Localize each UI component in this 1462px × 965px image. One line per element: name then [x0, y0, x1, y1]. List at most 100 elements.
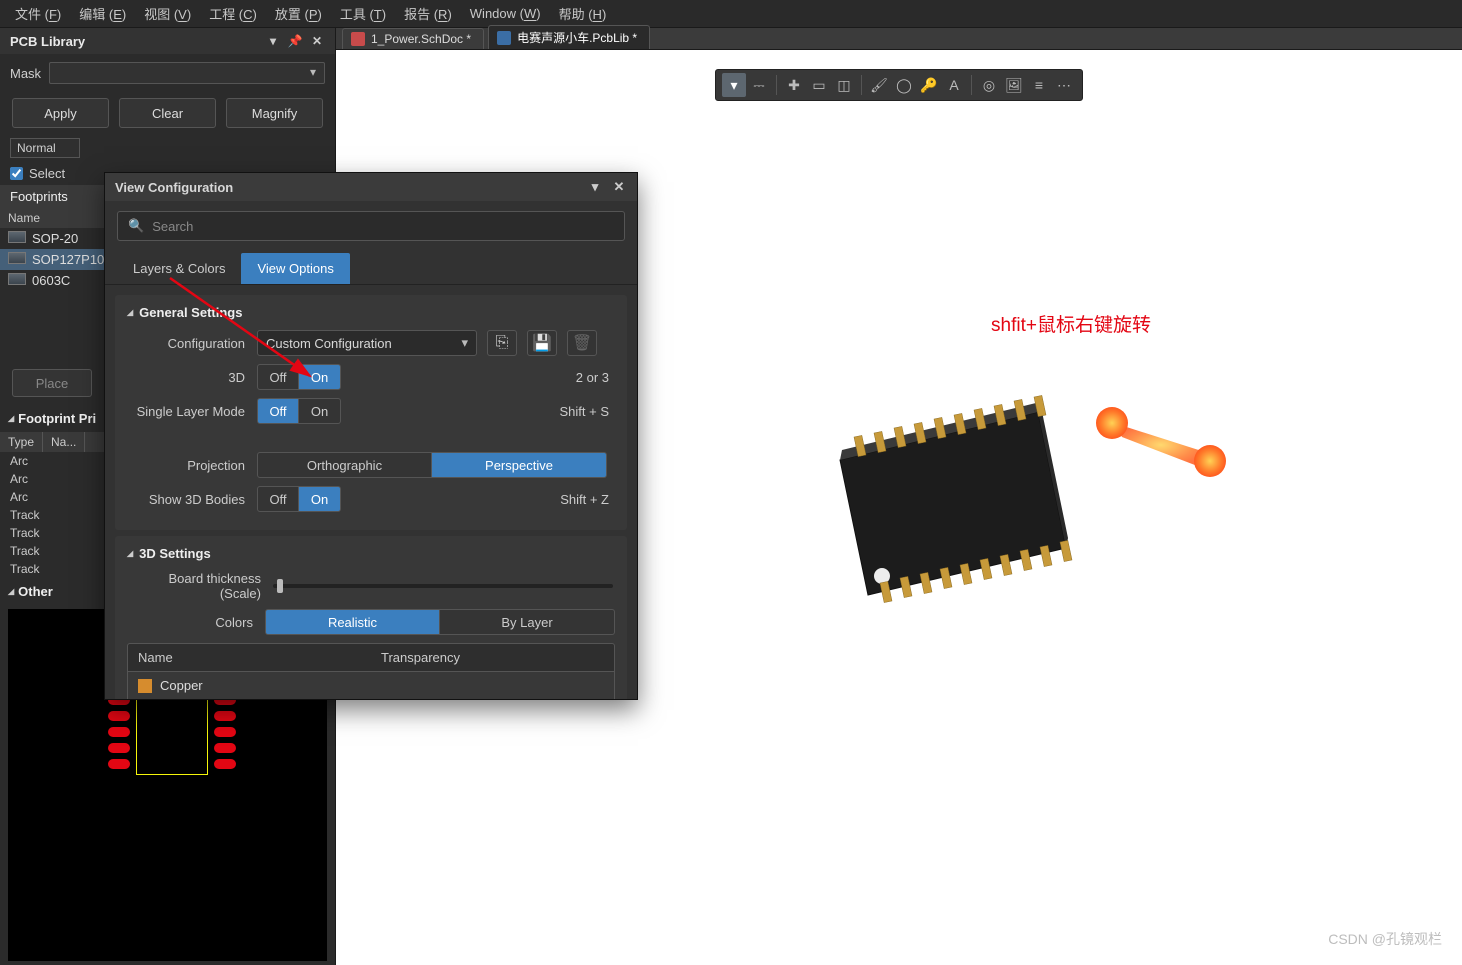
magnify-button[interactable]: Magnify: [226, 98, 323, 128]
layer-row[interactable]: Copper: [127, 672, 615, 699]
menu-tools[interactable]: 工具 (T): [331, 4, 395, 23]
watermark: CSDN @孔镜观栏: [1328, 929, 1442, 949]
document-tab[interactable]: 1_Power.SchDoc *: [342, 28, 484, 49]
slider-thumb[interactable]: [277, 579, 283, 593]
menu-project[interactable]: 工程 (C): [200, 4, 266, 23]
tab-label: 1_Power.SchDoc *: [371, 32, 471, 46]
pad: [214, 727, 236, 737]
panel-pin-icon[interactable]: 📌: [287, 33, 303, 49]
tab-layers-colors[interactable]: Layers & Colors: [117, 253, 241, 284]
dialog-dropdown-icon[interactable]: ▾: [587, 179, 603, 195]
save-config-button[interactable]: 💾: [527, 330, 557, 356]
circle-icon[interactable]: ◯: [892, 73, 916, 97]
view-configuration-dialog[interactable]: View Configuration ▾ ✕ 🔍 Search Layers &…: [104, 172, 638, 700]
3d-label: 3D: [127, 370, 257, 385]
document-tab[interactable]: 电赛声源小车.PcbLib *: [488, 25, 650, 49]
mask-dropdown[interactable]: [49, 62, 325, 84]
by-layer-button[interactable]: By Layer: [440, 609, 615, 635]
single-hint: Shift + S: [560, 404, 616, 419]
place-button[interactable]: Place: [12, 369, 92, 397]
projection-label: Projection: [127, 458, 257, 473]
menu-window[interactable]: Window (W): [461, 6, 550, 21]
vc-tabs: Layers & Colors View Options: [105, 251, 637, 285]
name-column[interactable]: Na...: [43, 432, 85, 452]
clear-button[interactable]: Clear: [119, 98, 216, 128]
single-layer-label: Single Layer Mode: [127, 404, 257, 419]
new-config-button[interactable]: ⎘: [487, 330, 517, 356]
pad: [108, 727, 130, 737]
delete-config-button[interactable]: 🗑: [567, 330, 597, 356]
filter-icon[interactable]: ▾: [722, 73, 746, 97]
single-off-button[interactable]: Off: [257, 398, 299, 424]
layer-color-swatch[interactable]: [138, 679, 152, 693]
dashed-rect-icon[interactable]: ◫: [832, 73, 856, 97]
type-column[interactable]: Type: [0, 432, 43, 452]
config-dropdown[interactable]: Custom Configuration: [257, 330, 477, 356]
pad: [108, 711, 130, 721]
3d-settings-header[interactable]: 3D Settings: [127, 546, 615, 561]
search-placeholder: Search: [152, 219, 193, 234]
search-icon: 🔍: [128, 218, 144, 234]
perspective-button[interactable]: Perspective: [432, 452, 607, 478]
orthographic-button[interactable]: Orthographic: [257, 452, 432, 478]
rectangle-icon[interactable]: ▭: [807, 73, 831, 97]
rotation-gizmo: [1092, 405, 1230, 477]
apply-button[interactable]: Apply: [12, 98, 109, 128]
panel-dropdown-icon[interactable]: ▾: [265, 33, 281, 49]
thickness-slider[interactable]: [273, 584, 613, 588]
dialog-close-icon[interactable]: ✕: [611, 179, 627, 195]
select-checkbox[interactable]: [10, 167, 23, 180]
reticle-icon[interactable]: ◎: [977, 73, 1001, 97]
more-icon[interactable]: ⋯: [1052, 73, 1076, 97]
crosshair-icon[interactable]: ✚: [782, 73, 806, 97]
panel-title-text: PCB Library: [10, 34, 85, 49]
footprint-name: SOP-20: [32, 231, 78, 246]
menu-file[interactable]: 文件 (F): [6, 4, 70, 23]
snap-icon[interactable]: ⎓: [747, 73, 771, 97]
transparency-col-header[interactable]: Transparency: [371, 644, 614, 671]
pcblib-icon: [497, 31, 511, 45]
search-input[interactable]: 🔍 Search: [117, 211, 625, 241]
menu-view[interactable]: 视图 (V): [135, 4, 200, 23]
3d-off-button[interactable]: Off: [257, 364, 299, 390]
key-icon[interactable]: 🔑: [917, 73, 941, 97]
align-icon[interactable]: ≡: [1027, 73, 1051, 97]
pad: [214, 759, 236, 769]
footprint-icon: [8, 231, 26, 243]
panel-close-icon[interactable]: ✕: [309, 33, 325, 49]
canvas-toolbar: ▾ ⎓ ✚ ▭ ◫ 🖌 ◯ 🔑 A ◎ 🖼 ≡ ⋯: [715, 69, 1083, 101]
tab-view-options[interactable]: View Options: [241, 253, 349, 284]
colors-label: Colors: [127, 615, 265, 630]
show-3d-toggle: Off On: [257, 486, 341, 512]
normal-dropdown[interactable]: Normal: [10, 138, 80, 158]
brush-icon[interactable]: 🖌: [867, 73, 891, 97]
menu-place[interactable]: 放置 (P): [266, 4, 331, 23]
layer-name: Copper: [160, 678, 203, 693]
projection-toggle: Orthographic Perspective: [257, 452, 607, 478]
name-col-header[interactable]: Name: [128, 644, 371, 671]
show3d-off-button[interactable]: Off: [257, 486, 299, 512]
colors-toggle: Realistic By Layer: [265, 609, 615, 635]
layer-table-header: Name Transparency: [127, 643, 615, 672]
show3d-hint: Shift + Z: [560, 492, 615, 507]
schematic-icon: [351, 32, 365, 46]
chip-3d: [808, 360, 1098, 620]
text-icon[interactable]: A: [942, 73, 966, 97]
single-on-button[interactable]: On: [299, 398, 341, 424]
menu-help[interactable]: 帮助 (H): [550, 4, 616, 23]
menu-report[interactable]: 报告 (R): [395, 4, 461, 23]
realistic-button[interactable]: Realistic: [265, 609, 440, 635]
pad: [108, 759, 130, 769]
document-tab-strip: 1_Power.SchDoc * 电赛声源小车.PcbLib *: [336, 28, 1462, 50]
config-label: Configuration: [127, 336, 257, 351]
3d-on-button[interactable]: On: [299, 364, 341, 390]
image-icon[interactable]: 🖼: [1002, 73, 1026, 97]
menu-edit[interactable]: 编辑 (E): [70, 4, 135, 23]
footprint-name: SOP127P10: [32, 252, 104, 267]
annotation-text: shfit+鼠标右键旋转: [991, 310, 1151, 337]
show3d-on-button[interactable]: On: [299, 486, 341, 512]
3d-hint: 2 or 3: [576, 370, 615, 385]
general-settings-header[interactable]: General Settings: [127, 305, 615, 320]
pad: [214, 743, 236, 753]
dialog-title-bar[interactable]: View Configuration ▾ ✕: [105, 173, 637, 201]
